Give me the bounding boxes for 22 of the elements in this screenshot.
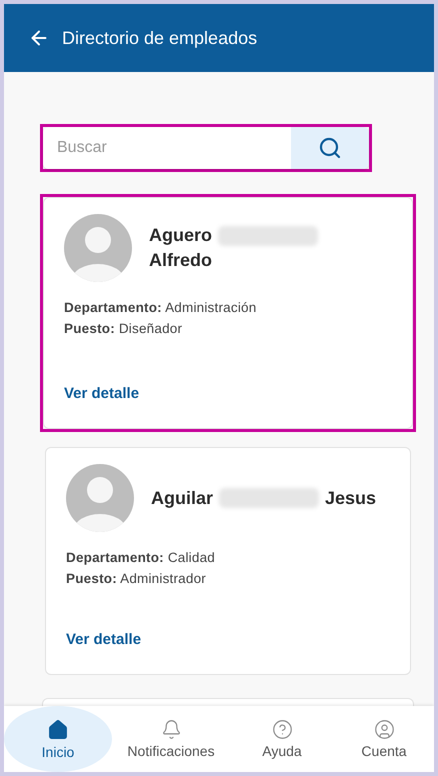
detail-text: Departamento: Administración	[64, 300, 258, 315]
detail-link[interactable]: Ver detalle	[66, 631, 142, 648]
account-icon	[374, 719, 394, 740]
employee-name: Aguilar	[151, 488, 214, 508]
search-icon	[318, 136, 342, 160]
detail-text: Departamento: Calidad	[66, 550, 216, 565]
detail-text: Puesto: Administrador	[66, 571, 208, 586]
nav-tab[interactable]: Cuenta	[334, 706, 434, 772]
detail-text: Puesto: Diseñador	[64, 321, 184, 336]
home-icon	[47, 718, 69, 740]
employee-name: Alfredo	[149, 250, 212, 271]
bell-icon	[160, 719, 182, 740]
nav-tab[interactable]: Ayuda	[230, 706, 334, 772]
nav-tab[interactable]: Inicio	[4, 706, 112, 772]
detail-link[interactable]: Ver detalle	[64, 385, 140, 402]
employee-name: Jesus	[325, 488, 376, 508]
employee-name: Aguero	[149, 225, 212, 246]
page-title: Directorio de empleados	[62, 28, 258, 48]
search-field[interactable]: Buscar	[43, 127, 369, 169]
help-icon	[272, 719, 292, 740]
search-button[interactable]	[291, 127, 369, 169]
nav-tab[interactable]: Notificaciones	[112, 706, 230, 772]
